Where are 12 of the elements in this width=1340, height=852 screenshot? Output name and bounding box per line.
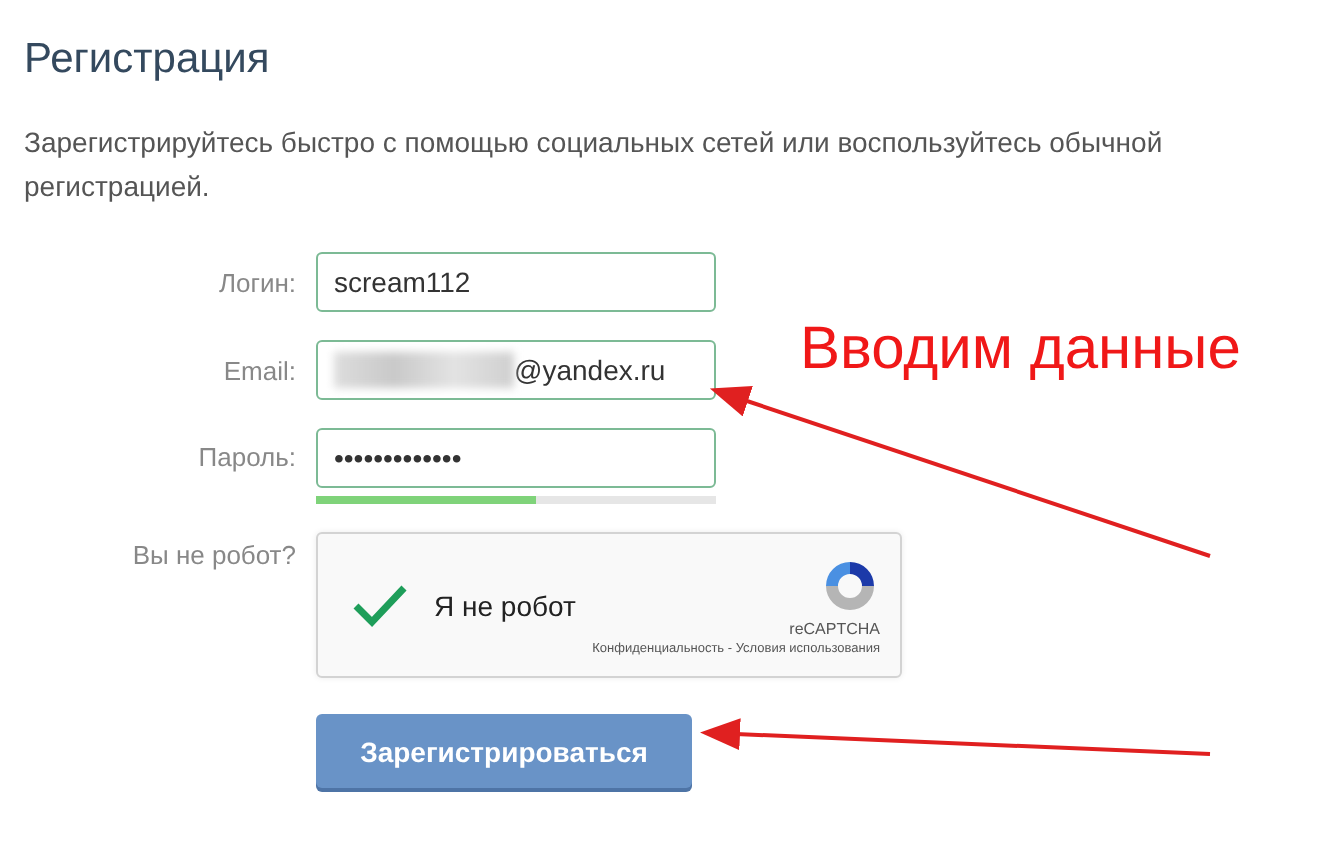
field-label: Email: <box>223 355 296 385</box>
captcha-text: Я не робот <box>434 589 578 621</box>
input-field[interactable]: ••••••••••••• <box>316 428 716 488</box>
field-label: Вы не робот? <box>132 540 296 570</box>
input-field[interactable]: scream112 <box>316 252 716 312</box>
intro-text: Зарегистрируйтесь быстро с помощью социальных сетей или воспользуйтесь обычной регистрацией. <box>24 124 1165 206</box>
input-field[interactable]: @yandex.ru <box>316 340 716 400</box>
annotation-text: Вводим данные <box>800 316 1241 384</box>
captcha-brand: reCAPTCHA <box>789 619 880 637</box>
field-label: Пароль: <box>198 442 296 472</box>
field-label: Логин: <box>218 267 296 297</box>
page-title: Регистрация <box>24 36 272 84</box>
